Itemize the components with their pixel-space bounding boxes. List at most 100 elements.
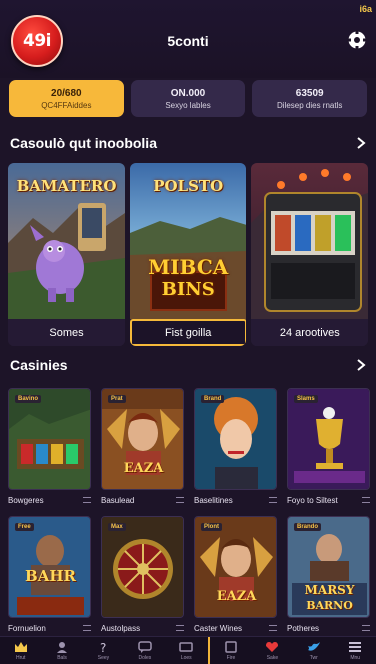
game-tag: Plont <box>201 523 222 531</box>
game-art-title-top: POLSTO <box>153 177 224 195</box>
game-tag: Brando <box>294 523 321 531</box>
bottom-nav: Hrut Bals ? Seey Doles Loes Fire Sake Tw… <box>0 636 376 664</box>
more-icon[interactable] <box>83 625 91 631</box>
featured-card-caption: Somes <box>8 319 125 346</box>
game-name: Fornuelion <box>8 623 46 633</box>
nav-label: Fire <box>226 654 236 661</box>
game-tag: Prat <box>108 395 126 403</box>
nav-item-crown[interactable]: Hrut <box>1 637 41 664</box>
casino-card-footer: Fornuelion <box>8 622 91 634</box>
casino-card-footer: Basulead <box>101 494 184 506</box>
stat-value: ON.000 <box>170 87 206 99</box>
casino-game-card[interactable]: Bavino Bowgeres <box>8 388 91 506</box>
casino-card-footer: Caster Wines <box>194 622 277 634</box>
casino-card-footer: Potheres <box>287 622 370 634</box>
more-icon[interactable] <box>269 497 277 503</box>
casino-grid-row-1: Bavino Bowgeres Prat EAZA Basulead Brand… <box>8 388 370 506</box>
nav-label: Mnu <box>350 654 361 661</box>
game-art-title: BAHR <box>25 567 76 585</box>
game-art-title: BAMATERO <box>16 177 117 195</box>
svg-text:?: ? <box>100 641 106 653</box>
game-tag: Brand <box>201 395 225 403</box>
casino-card-footer: Foyo to Siltest <box>287 494 370 506</box>
crown-icon <box>14 641 27 652</box>
casino-game-card[interactable]: Brando MARSY BARNO Potheres <box>287 516 370 634</box>
stat-label: Sexyo lables <box>165 100 211 110</box>
chevron-right-icon[interactable] <box>354 358 368 372</box>
nav-label: Bals <box>57 654 67 661</box>
more-icon[interactable] <box>176 625 184 631</box>
page-title: 5conti <box>167 33 209 49</box>
more-icon[interactable] <box>83 497 91 503</box>
nav-label: Loes <box>180 654 192 661</box>
casino-thumb: Prat EAZA <box>101 388 184 490</box>
casino-game-card[interactable]: Brand Baselitines <box>194 388 277 506</box>
nav-label: Hrut <box>15 654 26 661</box>
featured-carousel: BAMATERO Somes POLSTO MIBCA BINS Fist go… <box>8 163 369 346</box>
help-icon: ? <box>100 641 106 653</box>
section-title: Casoulò qut inoobolia <box>10 135 157 151</box>
nav-item-video[interactable]: Loes <box>166 637 206 664</box>
nav-item-user[interactable]: Bals <box>42 637 82 664</box>
stat-value: 20/680 <box>51 87 82 99</box>
game-name: Baselitines <box>194 495 233 505</box>
nav-item-chat[interactable]: Doles <box>125 637 165 664</box>
casino-card-footer: Austolpass <box>101 622 184 634</box>
more-icon[interactable] <box>362 625 370 631</box>
casino-game-card[interactable]: Prat EAZA Basulead <box>101 388 184 506</box>
stat-tab-2[interactable]: ON.000 Sexyo lables <box>130 80 246 117</box>
game-name: Caster Wines <box>194 623 243 633</box>
nav-item-help[interactable]: ? Seey <box>83 637 123 664</box>
heart-icon <box>266 641 279 652</box>
featured-game-card[interactable]: 24 arootives <box>251 163 369 346</box>
nav-label: Seey <box>97 654 110 661</box>
game-name: Potheres <box>287 623 320 633</box>
casino-game-card[interactable]: Free BAHR Fornuelion <box>8 516 91 634</box>
user-icon <box>57 641 68 653</box>
more-icon[interactable] <box>362 497 370 503</box>
game-name: Bowgeres <box>8 495 44 505</box>
nav-item-card[interactable]: Fire <box>211 637 251 664</box>
casino-game-card[interactable]: Plont EAZA Caster Wines <box>194 516 277 634</box>
featured-game-card-selected[interactable]: POLSTO MIBCA BINS Fist goilla <box>129 163 247 346</box>
card-icon <box>225 640 237 653</box>
nav-item-menu[interactable]: Mnu <box>335 637 375 664</box>
chevron-right-icon[interactable] <box>354 136 368 150</box>
more-icon[interactable] <box>176 497 184 503</box>
bird-icon <box>307 641 320 651</box>
game-art-subtitle: BARNO <box>306 599 353 612</box>
game-artwork <box>288 389 369 489</box>
casino-thumb: Brand <box>194 388 277 490</box>
settings-icon[interactable] <box>347 30 367 50</box>
casino-grid-row-2: Free BAHR Fornuelion Max Austolpass Plon… <box>8 516 370 634</box>
game-art-title-main: MIBCA <box>148 255 229 279</box>
casino-thumb: Max <box>101 516 184 618</box>
game-name: Basulead <box>101 495 135 505</box>
nav-item-bird[interactable]: Twr <box>294 637 334 664</box>
stat-tab-1[interactable]: 20/680 QC4FFAiddes <box>9 80 124 117</box>
top-bar: 49i i6a 5conti <box>0 0 376 78</box>
stat-label: Dilesep dies rnatls <box>276 100 343 110</box>
game-art-title: EAZA <box>123 461 164 476</box>
game-name: Austolpass <box>101 623 141 633</box>
casino-thumb: Slams <box>287 388 370 490</box>
game-tag: Free <box>15 523 34 531</box>
casino-card-footer: Bowgeres <box>8 494 91 506</box>
casino-thumb: Free BAHR <box>8 516 91 618</box>
game-art-title: MARSY <box>304 583 355 597</box>
featured-game-card[interactable]: BAMATERO Somes <box>8 163 125 346</box>
nav-label: Sake <box>266 654 279 661</box>
casino-game-card[interactable]: Slams Foyo to Siltest <box>287 388 370 506</box>
nav-label: Twr <box>309 654 318 661</box>
casino-thumb: Bavino <box>8 388 91 490</box>
stats-bar: 20/680 QC4FFAiddes ON.000 Sexyo lables 6… <box>9 80 368 117</box>
nav-item-heart[interactable]: Sake <box>252 637 292 664</box>
game-tag: Bavino <box>15 395 42 403</box>
casino-game-card[interactable]: Max Austolpass <box>101 516 184 634</box>
casino-card-footer: Baselitines <box>194 494 277 506</box>
game-tag: Slams <box>294 395 318 403</box>
featured-card-caption: 24 arootives <box>251 319 369 346</box>
more-icon[interactable] <box>269 625 277 631</box>
chat-icon <box>138 640 152 653</box>
stat-tab-3[interactable]: 63509 Dilesep dies rnatls <box>252 80 368 117</box>
